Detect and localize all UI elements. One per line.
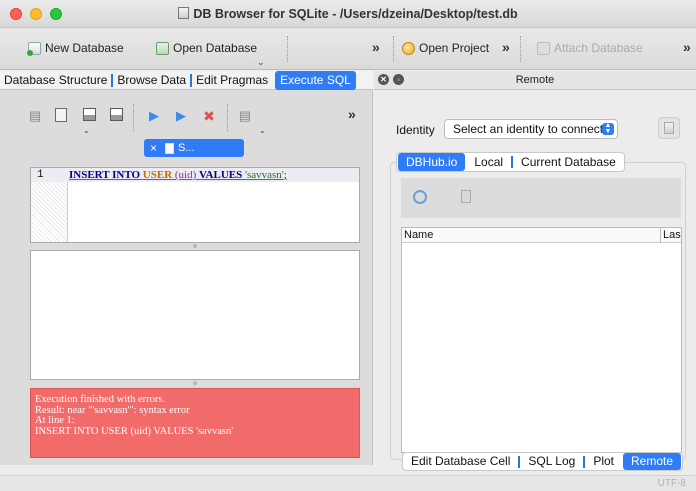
refresh-icon[interactable] xyxy=(413,190,427,204)
toolbar-separator xyxy=(287,36,288,62)
save-dropdown-chevron-icon[interactable]: ⌄ xyxy=(83,126,90,135)
status-bar: UTF-8 xyxy=(0,475,696,491)
toolbar-separator xyxy=(227,104,228,132)
remote-source-tabs: DBHub.io Local Current Database xyxy=(396,152,625,172)
window-title: DB Browser for SQLite - /Users/dzeina/De… xyxy=(193,7,518,21)
tab-local[interactable]: Local xyxy=(466,153,511,171)
new-database-button[interactable]: New Database xyxy=(27,41,124,56)
database-file-icon xyxy=(178,7,190,19)
close-icon[interactable]: × xyxy=(150,141,157,155)
window-title-wrap: DB Browser for SQLite - /Users/dzeina/De… xyxy=(0,7,696,21)
tab-edit-pragmas[interactable]: Edit Pragmas xyxy=(192,71,272,90)
attach-database-label: Attach Database xyxy=(554,41,643,55)
sql-tab-label: S... xyxy=(178,142,195,154)
column-header-last-modified[interactable]: Last modified xyxy=(663,229,681,241)
error-line: At line 1: xyxy=(35,415,75,426)
execution-message-pane: Execution finished with errors. Result: … xyxy=(30,388,360,458)
error-line: Execution finished with errors. xyxy=(35,394,166,405)
remote-file-table[interactable]: Name Last modified xyxy=(401,227,682,453)
open-database-dropdown-chevron-icon[interactable]: ⌄ xyxy=(257,57,265,68)
identity-select[interactable]: Select an identity to connect ▲ ▼ xyxy=(444,119,618,139)
error-line: Result: near "'savvasn'": syntax error xyxy=(35,404,190,416)
open-database-icon xyxy=(156,41,169,55)
table-identifier: USER xyxy=(142,169,173,181)
results-grid[interactable] xyxy=(30,250,360,380)
save-results-icon[interactable]: ▤ xyxy=(237,108,253,124)
tab-execute-sql[interactable]: Execute SQL xyxy=(275,70,356,90)
toolbar-overflow-chevron-icon[interactable]: » xyxy=(372,39,380,55)
toolbar-separator xyxy=(393,36,394,62)
attach-database-icon xyxy=(537,41,550,55)
toolbar-overflow-chevron-icon[interactable]: » xyxy=(502,39,510,55)
tab-browse-data[interactable]: Browse Data xyxy=(113,71,190,90)
remote-toolbar xyxy=(401,178,681,218)
identity-select-value: Select an identity to connect xyxy=(453,122,604,136)
execute-current-line-icon[interactable]: ▶​ xyxy=(173,108,189,124)
tab-dbhub[interactable]: DBHub.io xyxy=(398,153,466,171)
string-literal: 'savvasn' xyxy=(245,169,284,181)
sql-toolbar: ▤ ⌄ ▶ ▶​ ✖ ▤ ⌄ » xyxy=(23,103,366,135)
new-database-icon xyxy=(27,41,41,56)
open-project-label: Open Project xyxy=(419,41,490,55)
column-list: (uid) xyxy=(174,169,197,181)
keyword-insert-into: INSERT INTO xyxy=(69,169,141,181)
identity-label: Identity xyxy=(396,123,435,137)
results-splitter-handle[interactable] xyxy=(193,381,197,385)
save-results-dropdown-chevron-icon[interactable]: ⌄ xyxy=(259,126,266,135)
line-number: 1 xyxy=(37,169,44,181)
sql-toolbar-overflow-chevron-icon[interactable]: » xyxy=(348,106,356,122)
print-icon[interactable] xyxy=(108,108,124,124)
column-header-name[interactable]: Name xyxy=(404,229,433,241)
toolbar-overflow-chevron-icon[interactable]: » xyxy=(683,39,691,55)
error-line: INSERT INTO USER (uid) VALUES 'savvasn' xyxy=(35,425,234,437)
editor-splitter-handle[interactable] xyxy=(193,244,197,248)
title-bar: DB Browser for SQLite - /Users/dzeina/De… xyxy=(0,0,696,28)
open-project-button[interactable]: Open Project xyxy=(402,41,489,55)
execute-sql-panel: ▤ ⌄ ▶ ▶​ ✖ ▤ ⌄ » × S... 1 INSERT INTO US… xyxy=(0,90,373,465)
main-tab-bar: Database Structure Browse Data Edit Prag… xyxy=(0,70,373,90)
main-toolbar: New Database Open Database ⌄ » Open Proj… xyxy=(0,28,696,70)
encoding-indicator: UTF-8 xyxy=(657,478,686,489)
open-sql-file-icon[interactable] xyxy=(53,108,69,124)
remote-dock-title: Remote xyxy=(515,74,555,86)
select-arrows-icon: ▲ ▼ xyxy=(602,122,614,135)
clone-database-icon[interactable] xyxy=(461,190,471,203)
statement-terminator: ; xyxy=(283,169,287,181)
toolbar-separator xyxy=(133,104,134,132)
tab-plot[interactable]: Plot xyxy=(585,453,622,470)
open-project-icon xyxy=(402,41,415,55)
keyword-values: VALUES xyxy=(199,169,243,181)
stop-execution-icon[interactable]: ✖ xyxy=(201,108,217,124)
remote-panel: Identity Select an identity to connect ▲… xyxy=(374,90,696,475)
column-divider[interactable] xyxy=(660,228,661,243)
open-database-label: Open Database xyxy=(173,41,258,55)
table-header: Name Last modified xyxy=(402,228,681,243)
remote-dock-header: ✕ ◦ Remote xyxy=(374,71,696,90)
identity-settings-icon xyxy=(664,122,674,134)
execute-all-icon[interactable]: ▶ xyxy=(146,108,162,124)
dock-tabs: Edit Database Cell SQL Log Plot Remote xyxy=(402,452,684,471)
sql-editor-tab[interactable]: × S... xyxy=(144,139,244,157)
identity-settings-button[interactable] xyxy=(658,117,680,139)
tab-database-structure[interactable]: Database Structure xyxy=(0,71,111,90)
open-database-button[interactable]: Open Database xyxy=(156,41,257,55)
tab-sql-log[interactable]: SQL Log xyxy=(520,453,583,470)
tab-remote[interactable]: Remote xyxy=(623,453,682,470)
new-database-label: New Database xyxy=(45,41,124,55)
sql-editor[interactable]: 1 INSERT INTO USER (uid) VALUES 'savvasn… xyxy=(30,167,360,243)
tab-current-database[interactable]: Current Database xyxy=(513,153,624,171)
save-sql-file-icon[interactable] xyxy=(81,108,97,124)
attach-database-button[interactable]: Attach Database xyxy=(537,41,643,55)
tab-edit-database-cell[interactable]: Edit Database Cell xyxy=(403,453,518,470)
open-tab-icon[interactable]: ▤ xyxy=(27,108,43,124)
sql-file-icon xyxy=(165,142,175,154)
toolbar-separator xyxy=(520,36,521,62)
sql-code-line: INSERT INTO USER (uid) VALUES 'savvasn'; xyxy=(69,169,287,181)
